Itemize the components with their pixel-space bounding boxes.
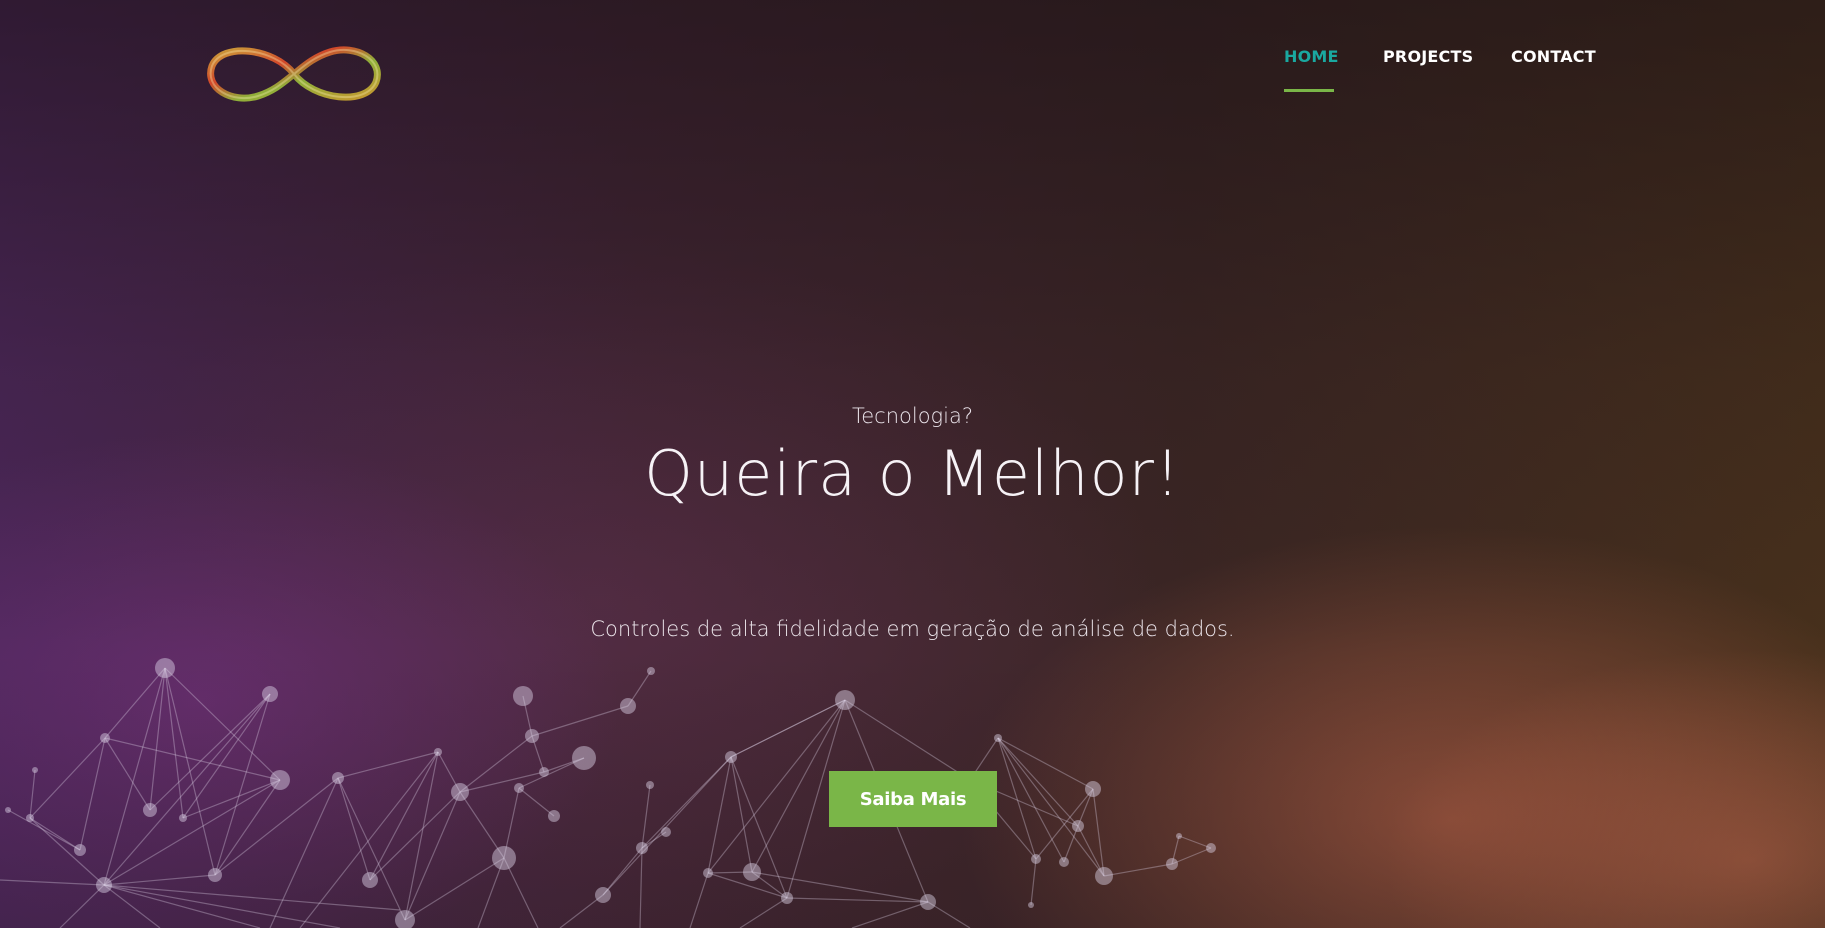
saiba-mais-button[interactable]: Saiba Mais: [829, 771, 997, 827]
hero-description: Controles de alta fidelidade em geração …: [590, 617, 1235, 641]
hero-title: Queira o Melhor!: [644, 437, 1181, 510]
nav-active-indicator: [1284, 89, 1334, 92]
nav-home-link[interactable]: HOME: [1284, 47, 1339, 66]
hero-subtitle: Tecnologia?: [851, 404, 974, 428]
main-nav: HOME PROJECTS CONTACT: [0, 47, 1825, 97]
nav-contact-link[interactable]: CONTACT: [1511, 47, 1596, 66]
nav-projects-link[interactable]: PROJECTS: [1383, 47, 1473, 66]
